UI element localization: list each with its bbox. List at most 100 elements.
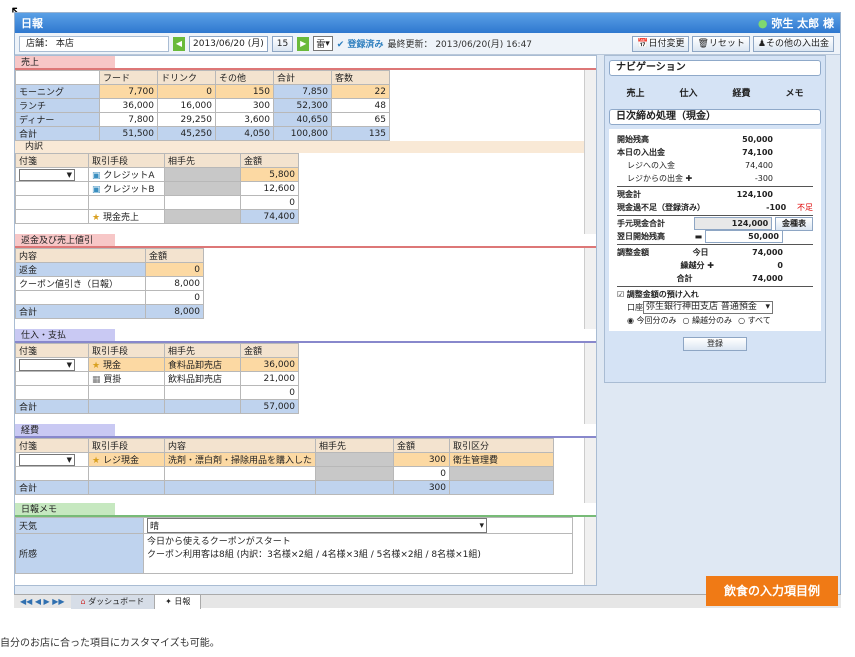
date-change-button[interactable]: 📅日付変更: [632, 35, 690, 52]
method-cell[interactable]: ▦ 買掛: [88, 371, 165, 386]
amount-cell[interactable]: 0: [393, 466, 451, 481]
memo-table: 天気晴 ▾ 所感 今日から使えるクーポンがスタート クーポン利用客は8組 (内訳：3名…: [15, 517, 573, 574]
tab-nav-arrows[interactable]: ◀◀ ◀ ▶ ▶▶: [14, 597, 71, 606]
method-cell[interactable]: [88, 385, 165, 400]
tag-dropdown[interactable]: ▼: [19, 168, 75, 181]
row-label[interactable]: [15, 290, 146, 305]
method-cell[interactable]: ▣ クレジットB: [88, 181, 165, 196]
plus-icon: ✚: [685, 174, 693, 183]
date-field[interactable]: 2013/06/20 (月): [189, 35, 268, 52]
amount-cell[interactable]: 12,600: [240, 181, 299, 196]
content-cell[interactable]: [163, 466, 317, 481]
weather-label: 天気: [15, 517, 144, 534]
cell: 45,250: [157, 126, 216, 141]
note-line: 今日から使えるクーポンがスタート: [147, 537, 291, 547]
cell[interactable]: 300: [215, 98, 274, 113]
col-header: 金額: [145, 248, 204, 263]
content-cell[interactable]: 洗剤・漂白剤・掃除用品を購入した: [163, 452, 317, 467]
partner-cell[interactable]: [164, 385, 241, 400]
reg-out-label: レジからの出金: [627, 174, 683, 183]
divider: [617, 215, 813, 216]
next-date-button[interactable]: ▶: [297, 36, 310, 51]
option-all[interactable]: ○ すべて: [738, 314, 771, 327]
nav-link-purchase[interactable]: 仕入: [679, 86, 697, 99]
nav-link-expense[interactable]: 経費: [732, 86, 750, 99]
tag-cell[interactable]: ▼: [15, 167, 89, 182]
col-header: 金額: [393, 438, 451, 453]
method-cell[interactable]: [88, 466, 165, 481]
row-label: 合計: [15, 304, 146, 319]
filler: [299, 400, 573, 414]
category-cell[interactable]: 衛生管理費: [449, 452, 555, 467]
amount-cell[interactable]: 300: [393, 452, 451, 467]
amount-cell[interactable]: 5,800: [240, 167, 299, 182]
amount-cell[interactable]: 8,000: [145, 276, 204, 291]
cell[interactable]: 48: [331, 98, 390, 113]
tag-dropdown[interactable]: ▼: [19, 358, 75, 371]
account-select[interactable]: 弥生銀行神田支店 普通預金 ▾: [643, 301, 773, 314]
cell[interactable]: 7,800: [99, 112, 158, 127]
nav-link-memo[interactable]: メモ: [785, 86, 803, 99]
amount-cell[interactable]: 36,000: [240, 357, 299, 372]
cell[interactable]: 3,600: [215, 112, 274, 127]
partner-cell[interactable]: [164, 195, 241, 210]
denomination-button[interactable]: 金種表: [775, 217, 813, 231]
cell[interactable]: 16,000: [157, 98, 216, 113]
sales-section-header: 売上: [15, 56, 596, 70]
tab-dashboard[interactable]: ⌂ ダッシュボード: [70, 594, 156, 609]
weather-memo-select[interactable]: 晴 ▾: [147, 518, 487, 533]
note-label: 所感: [15, 533, 144, 574]
reset-button[interactable]: 🗑リセット: [692, 35, 750, 52]
register-button[interactable]: 登録: [683, 337, 747, 351]
partner-cell[interactable]: 食料品卸売店: [164, 357, 241, 372]
tag-cell[interactable]: [15, 181, 89, 196]
amount-cell[interactable]: 21,000: [240, 371, 299, 386]
cell[interactable]: 7,700: [99, 84, 158, 99]
filler: [554, 439, 573, 453]
tag-cell[interactable]: [15, 385, 89, 400]
note-textarea[interactable]: 今日から使えるクーポンがスタート クーポン利用客は8組 (内訳：3名様×2組 / …: [143, 533, 573, 574]
option-carry[interactable]: ○ 繰越分のみ: [683, 314, 733, 327]
row-label[interactable]: クーポン値引き（日報）: [15, 276, 146, 291]
tag-cell[interactable]: [15, 371, 89, 386]
amount-cell[interactable]: 0: [240, 385, 299, 400]
nav-link-sales[interactable]: 売上: [626, 86, 644, 99]
method-cell[interactable]: [88, 195, 165, 210]
opening-value: 50,000: [742, 135, 773, 144]
other-cash-button[interactable]: ♟その他の入出金: [752, 35, 834, 52]
option-current[interactable]: ◉ 今回分のみ: [627, 314, 677, 327]
user-name[interactable]: ● 弥生 太郎 様: [758, 15, 834, 31]
method-cell[interactable]: ▣ クレジットA: [88, 167, 165, 182]
method-cell[interactable]: ★ 現金: [88, 357, 165, 372]
method-cell[interactable]: ★ レジ現金: [88, 452, 165, 467]
deposit-checkbox[interactable]: ☑: [617, 290, 624, 299]
partner-cell: [164, 209, 241, 224]
tag-cell[interactable]: ▼: [15, 452, 89, 467]
tag-dropdown[interactable]: ▼: [19, 453, 75, 466]
hand-row: 手元現金合計 124,000 金種表: [617, 217, 813, 231]
amount-cell[interactable]: 0: [145, 290, 204, 305]
amount-cell[interactable]: 0: [240, 195, 299, 210]
cell[interactable]: 36,000: [99, 98, 158, 113]
cell[interactable]: 0: [157, 84, 216, 99]
tag-cell[interactable]: ▼: [15, 357, 89, 372]
next-opening-input[interactable]: 50,000: [705, 230, 783, 243]
coins-icon: ★: [92, 213, 101, 223]
cell[interactable]: 65: [331, 112, 390, 127]
partner-cell[interactable]: 飲料品卸売店: [164, 371, 241, 386]
col-header: 相手先: [164, 343, 241, 358]
amount-cell[interactable]: 0: [145, 262, 204, 277]
method-label: 買掛: [103, 375, 122, 385]
tag-cell[interactable]: [15, 209, 89, 224]
weather-select[interactable]: 雷 ▾: [313, 36, 333, 51]
calendar-button[interactable]: 15: [271, 35, 294, 52]
tag-cell[interactable]: [15, 195, 89, 210]
tab-daily[interactable]: ✦ 日報: [155, 594, 202, 609]
cell[interactable]: 29,250: [157, 112, 216, 127]
tag-cell[interactable]: [15, 466, 89, 481]
cell[interactable]: 150: [215, 84, 274, 99]
table-row: ▼ ▣ クレジットA 5,800: [15, 167, 573, 182]
cell[interactable]: 22: [331, 84, 390, 99]
prev-date-button[interactable]: ◀: [173, 36, 185, 51]
sales-table: フード ドリンク その他 合計 客数 モーニング 7,700 0 150 7,850 22…: [15, 70, 573, 141]
